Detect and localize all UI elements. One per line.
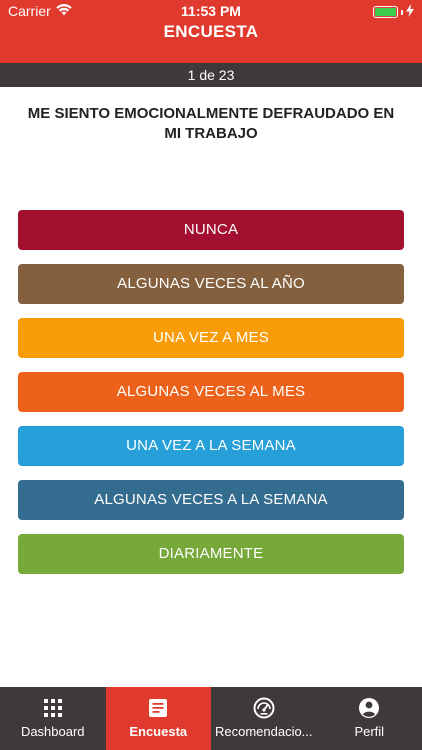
status-bar: Carrier 11:53 PM — [0, 0, 422, 22]
grid-icon — [42, 697, 64, 719]
option-algunas-veces-al-mes[interactable]: ALGUNAS VECES AL MES — [18, 372, 404, 412]
battery-indicator — [373, 4, 414, 20]
battery-icon — [373, 6, 398, 18]
tab-encuesta-label: Encuesta — [129, 724, 188, 739]
option-diariamente[interactable]: DIARIAMENTE — [18, 534, 404, 574]
tab-perfil[interactable]: Perfil — [317, 687, 422, 750]
charging-bolt-icon — [406, 4, 414, 20]
option-algunas-veces-a-la-semana[interactable]: ALGUNAS VECES A LA SEMANA — [18, 480, 404, 520]
option-una-vez-a-mes[interactable]: UNA VEZ A MES — [18, 318, 404, 358]
tab-perfil-label: Perfil — [354, 724, 385, 739]
question-counter: 1 de 23 — [0, 63, 422, 87]
user-circle-icon — [358, 697, 380, 719]
app-header: Carrier 11:53 PM ENCUESTA — [0, 0, 422, 63]
answer-options: NUNCA ALGUNAS VECES AL AÑO UNA VEZ A MES… — [18, 210, 404, 588]
tab-encuesta[interactable]: Encuesta — [105, 687, 211, 750]
page-title: ENCUESTA — [163, 22, 259, 41]
speedometer-icon — [253, 697, 275, 719]
option-nunca[interactable]: NUNCA — [18, 210, 404, 250]
tab-recomendaciones[interactable]: Recomendacio... — [211, 687, 317, 750]
clock: 11:53 PM — [181, 3, 241, 19]
tab-dashboard[interactable]: Dashboard — [0, 687, 106, 750]
question-text: ME SIENTO EMOCIONALMENTE DEFRAUDADO EN M… — [27, 105, 395, 142]
document-icon — [147, 697, 169, 719]
tab-dashboard-label: Dashboard — [20, 724, 85, 739]
bottom-tab-bar: Dashboard Encuesta Recomendacio... Perfi… — [0, 687, 422, 750]
tab-recomendaciones-label: Recomendacio... — [214, 724, 313, 739]
option-una-vez-a-la-semana[interactable]: UNA VEZ A LA SEMANA — [18, 426, 404, 466]
option-algunas-veces-al-ano[interactable]: ALGUNAS VECES AL AÑO — [18, 264, 404, 304]
